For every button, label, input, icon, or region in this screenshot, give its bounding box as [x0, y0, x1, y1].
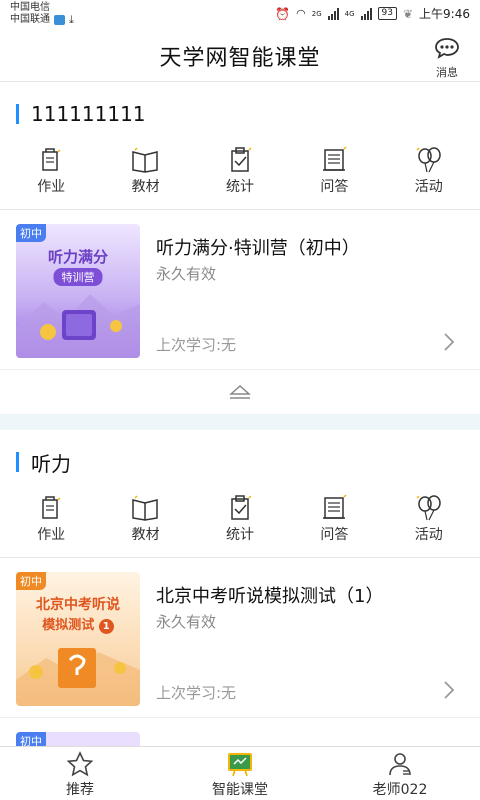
tool-homework[interactable]: 作业 — [11, 146, 91, 209]
tool-label: 问答 — [320, 527, 349, 543]
clipboard-check-icon — [231, 147, 252, 172]
main-content[interactable]: 111111111 作业 教材 统计 问答 活动 初中 听力满分 特训营 听力满… — [0, 82, 480, 746]
section-title: 听力 — [31, 451, 71, 476]
battery-level: 93 — [377, 7, 397, 20]
balloons-icon — [416, 147, 441, 173]
section-accent-bar — [16, 452, 19, 472]
course-card-partial[interactable]: 初中 — [0, 718, 480, 746]
nav-recommend[interactable]: 推荐 — [0, 747, 160, 800]
page-title: 天学网智能课堂 — [159, 46, 321, 71]
teacher-profile-icon — [389, 753, 411, 776]
course-cover: 初中 听力满分 特训营 — [16, 224, 140, 358]
app-header: 天学网智能课堂 消息 — [0, 28, 480, 82]
course-cover: 初中 — [16, 732, 140, 746]
status-time: 上午9:46 — [419, 7, 470, 21]
tool-label: 活动 — [414, 527, 443, 543]
document-list-icon — [323, 146, 347, 171]
clipboard-check-icon — [231, 495, 252, 520]
carrier-1: 中国电信 — [10, 2, 50, 13]
nav-teacher-profile[interactable]: 老师022 — [320, 747, 480, 800]
signal-icon-2 — [360, 7, 372, 20]
tool-label: 统计 — [225, 527, 254, 543]
tool-homework[interactable]: 作业 — [11, 494, 91, 557]
nav-smart-classroom[interactable]: 智能课堂 — [160, 747, 320, 800]
tool-stats[interactable]: 统计 — [200, 494, 280, 557]
course-card[interactable]: 初中 北京中考听说 模拟测试 1 北京中考听说模拟测试（1） 永久有效 上次学习… — [0, 558, 480, 718]
tool-label: 作业 — [37, 179, 66, 195]
alarm-icon: ⏰ — [275, 6, 291, 21]
section-header: 听力 — [0, 430, 480, 494]
tool-textbook[interactable]: 教材 — [106, 494, 186, 557]
status-icons: ⏰ ◠ 2G 4G 93 ❦ 上午9:46 — [275, 5, 470, 22]
tool-stats[interactable]: 统计 — [200, 146, 280, 209]
document-list-icon — [323, 494, 347, 519]
homework-icon — [42, 148, 61, 171]
message-button[interactable]: 消息 — [432, 36, 462, 80]
star-icon — [66, 751, 94, 777]
tool-label: 统计 — [225, 179, 254, 195]
tool-label: 活动 — [414, 179, 443, 195]
course-validity: 永久有效 — [156, 613, 217, 631]
last-study: 上次学习:无 — [156, 336, 237, 354]
section-accent-bar — [16, 104, 19, 124]
network-type-2: 4G — [344, 9, 355, 18]
blackboard-icon — [228, 753, 252, 777]
balloons-icon — [416, 495, 441, 521]
nav-label: 推荐 — [66, 782, 94, 798]
nav-label: 老师022 — [372, 782, 428, 798]
tool-label: 问答 — [320, 179, 349, 195]
tool-textbook[interactable]: 教材 — [106, 146, 186, 209]
message-label: 消息 — [436, 66, 458, 79]
tool-label: 作业 — [37, 527, 66, 543]
chevron-right-icon[interactable] — [440, 678, 458, 702]
collapse-up-icon — [229, 384, 251, 399]
leaf-icon: ❦ — [402, 6, 414, 21]
tool-label: 教材 — [131, 527, 160, 543]
section-header: 111111111 — [0, 82, 480, 146]
chat-bubble-icon — [435, 38, 459, 59]
book-icon — [131, 147, 158, 173]
last-study: 上次学习:无 — [156, 684, 237, 702]
carrier-2: 中国联通 — [10, 14, 50, 25]
cover-illustration — [16, 294, 140, 358]
download-icon: ⤓ — [69, 13, 74, 26]
chevron-right-icon[interactable] — [440, 330, 458, 354]
wifi-icon: ◠ — [296, 7, 306, 20]
status-bar: 中国电信 中国联通 ⤓ ⏰ ◠ 2G 4G 93 ❦ 上午9:46 — [0, 0, 480, 28]
tool-qa[interactable]: 问答 — [294, 146, 374, 209]
tool-activity[interactable]: 活动 — [389, 494, 469, 557]
course-validity: 永久有效 — [156, 265, 217, 283]
course-card[interactable]: 初中 听力满分 特训营 听力满分·特训营（初中） 永久有效 上次学习:无 — [0, 210, 480, 370]
course-title: 听力满分·特训营（初中） — [156, 238, 360, 259]
bottom-navigation: 推荐 智能课堂 老师022 — [0, 746, 480, 800]
signal-icon — [327, 7, 339, 20]
network-type-1: 2G — [311, 9, 322, 18]
course-title: 北京中考听说模拟测试（1） — [156, 586, 384, 607]
book-icon — [131, 495, 158, 521]
tool-label: 教材 — [131, 179, 160, 195]
level-badge: 初中 — [16, 732, 46, 746]
section-title: 111111111 — [31, 102, 146, 126]
collapse-button[interactable] — [0, 370, 480, 414]
tool-row: 作业 教材 统计 问答 活动 — [0, 494, 480, 558]
class-section: 听力 作业 教材 统计 问答 活动 初中 北京中考听说 模拟测试 1 北京中考听… — [0, 430, 480, 746]
tool-row: 作业 教材 统计 问答 活动 — [0, 146, 480, 210]
section-divider — [0, 414, 480, 430]
carrier-info: 中国电信 中国联通 ⤓ — [10, 2, 74, 26]
cover-illustration — [16, 648, 140, 706]
class-section: 111111111 作业 教材 统计 问答 活动 初中 听力满分 特训营 听力满… — [0, 82, 480, 414]
notification-app-icon — [54, 15, 65, 25]
homework-icon — [42, 496, 61, 519]
tool-qa[interactable]: 问答 — [294, 494, 374, 557]
tool-activity[interactable]: 活动 — [389, 146, 469, 209]
course-cover: 初中 北京中考听说 模拟测试 1 — [16, 572, 140, 706]
nav-label: 智能课堂 — [212, 782, 268, 798]
